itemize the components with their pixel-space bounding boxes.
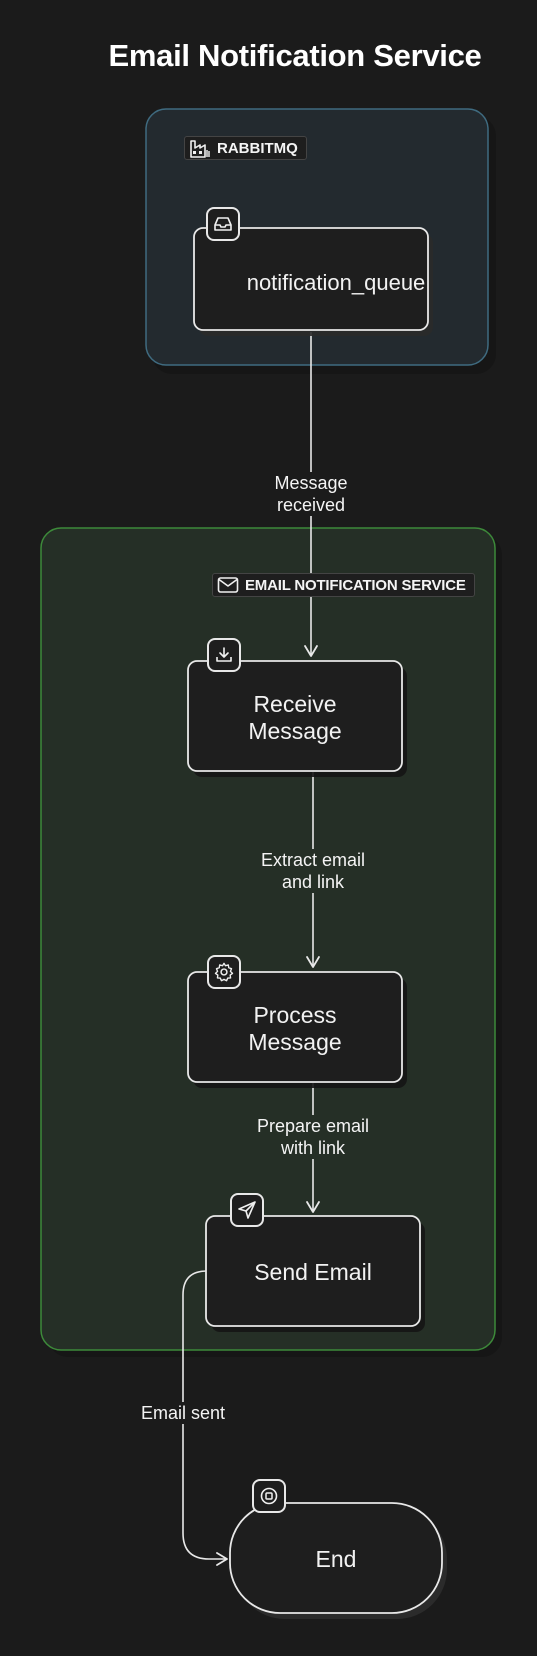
rabbitmq-group-label: RABBITMQ: [184, 136, 307, 160]
end-label: End: [315, 1545, 357, 1572]
edge-label-prepare-email: Prepare email with link: [243, 1115, 383, 1159]
send-icon: [230, 1193, 264, 1227]
edge-label-message-received: Message received: [251, 472, 371, 516]
gear-icon: [207, 955, 241, 989]
edge-label-extract-email: Extract email and link: [248, 849, 378, 893]
email-service-group-label: EMAIL NOTIFICATION SERVICE: [212, 573, 475, 597]
factory-icon: [189, 137, 211, 159]
receive-message-label: Receive Message: [248, 691, 342, 744]
envelope-icon: [217, 576, 239, 594]
notification-queue-label: notification_queue: [246, 269, 426, 295]
edge-label-email-sent: Email sent: [128, 1402, 238, 1424]
process-message-label: Process Message: [248, 1002, 342, 1055]
download-icon: [207, 638, 241, 672]
send-email-label: Send Email: [254, 1258, 372, 1285]
rabbitmq-group-title: RABBITMQ: [217, 139, 298, 157]
email-service-group-title: EMAIL NOTIFICATION SERVICE: [245, 576, 466, 594]
diagram-canvas: [40, 108, 502, 1619]
stop-icon: [252, 1479, 286, 1513]
diagram-title: Email Notification Service: [108, 38, 482, 73]
inbox-icon: [206, 207, 240, 241]
